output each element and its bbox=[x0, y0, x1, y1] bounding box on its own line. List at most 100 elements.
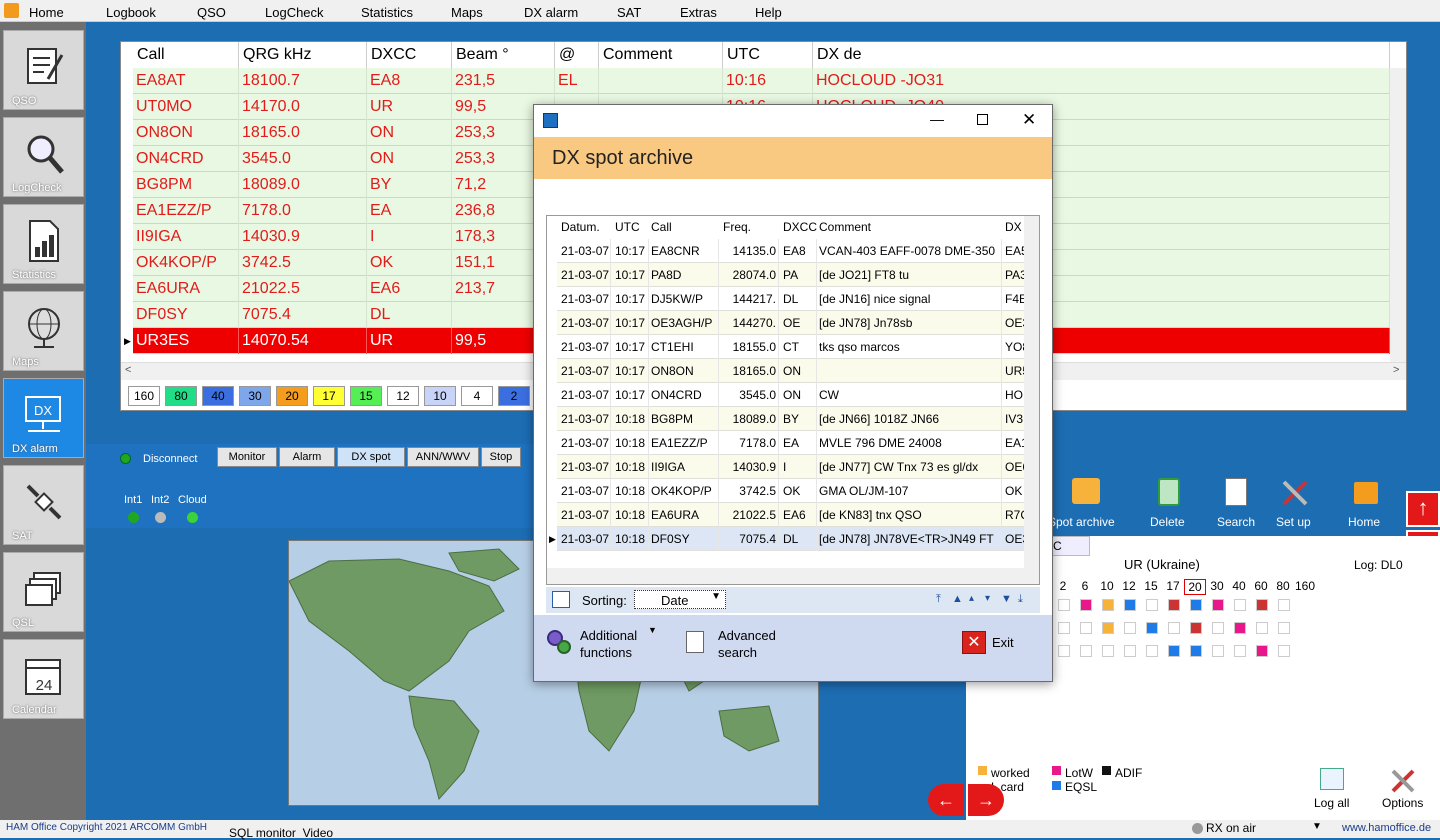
column-header-call[interactable]: Call bbox=[133, 42, 239, 68]
scroll-right-button[interactable]: → bbox=[968, 784, 1004, 816]
menu-dx-alarm[interactable]: DX alarm bbox=[524, 5, 578, 20]
home-app-icon[interactable] bbox=[4, 3, 19, 18]
sidebar-item-maps[interactable]: Maps bbox=[3, 291, 84, 371]
band-filter-160[interactable]: 160 bbox=[128, 386, 160, 406]
sidebar-item-statistics[interactable]: Statistics bbox=[3, 204, 84, 284]
column-header-dx-de[interactable]: DX de bbox=[813, 42, 1390, 68]
scroll-left-button[interactable]: ← bbox=[928, 784, 964, 816]
tab-dx-spot[interactable]: DX spot bbox=[337, 447, 405, 467]
grid-vertical-scrollbar[interactable] bbox=[1390, 68, 1406, 362]
scroll-left-icon[interactable]: < bbox=[125, 364, 131, 376]
minimize-icon[interactable]: — bbox=[930, 111, 944, 127]
column-header-comment[interactable]: Comment bbox=[599, 42, 723, 68]
band-status-cell bbox=[1080, 645, 1092, 657]
advanced-search-button[interactable]: Advanced search bbox=[686, 625, 786, 665]
archive-row[interactable]: 21-03-07 10:17 CT1EHI 18155.0 CT tks qso marc… bbox=[557, 335, 1027, 359]
column-header-at[interactable]: @ bbox=[555, 42, 599, 68]
archive-row[interactable]: 21-03-07 10:18 DF0SY 7075.4 DL [de JN78] JN78… bbox=[557, 527, 1027, 551]
menu-qso[interactable]: QSO bbox=[197, 5, 226, 20]
sidebar-item-sat[interactable]: SAT bbox=[3, 465, 84, 545]
nav-up-icon[interactable]: ▴ bbox=[969, 593, 974, 604]
tab-alarm[interactable]: Alarm bbox=[279, 447, 335, 467]
archive-row[interactable]: 21-03-07 10:18 II9IGA 14030.9 I [de JN77] CW … bbox=[557, 455, 1027, 479]
column-header-dxcc[interactable]: DXCC bbox=[367, 42, 452, 68]
nav-down-icon[interactable]: ▾ bbox=[985, 593, 990, 604]
band-filter-17[interactable]: 17 bbox=[313, 386, 345, 406]
column-header-utc[interactable]: UTC bbox=[723, 42, 813, 68]
log-all-button[interactable]: Log all bbox=[1312, 768, 1356, 814]
sidebar-item-qsl[interactable]: QSL bbox=[3, 552, 84, 632]
spot-row[interactable]: EA8AT 18100.7 EA8 231,5 EL 10:16 HOCLOUD -JO31 bbox=[133, 68, 1390, 94]
sidebar-item-dx-alarm[interactable]: DX DX alarm bbox=[3, 378, 84, 458]
band-filter-4[interactable]: 4 bbox=[461, 386, 493, 406]
sidebar-item-calendar[interactable]: 24 Calendar bbox=[3, 639, 84, 719]
exit-button[interactable]: ✕ Exit bbox=[962, 629, 1022, 657]
archive-row[interactable]: 21-03-07 10:18 EA6URA 21022.5 EA6 [de KN83] t… bbox=[557, 503, 1027, 527]
menu-help[interactable]: Help bbox=[755, 5, 782, 20]
website-link[interactable]: www.hamoffice.de bbox=[1342, 822, 1431, 834]
archive-row[interactable]: 21-03-07 10:17 PA8D 28074.0 PA [de JO21] FT8 … bbox=[557, 263, 1027, 287]
menu-extras[interactable]: Extras bbox=[680, 5, 717, 20]
menu-sat[interactable]: SAT bbox=[617, 5, 641, 20]
nav-page-down-icon[interactable]: ▼ bbox=[1001, 593, 1012, 605]
tab-monitor[interactable]: Monitor bbox=[217, 447, 277, 467]
band-filter-12[interactable]: 12 bbox=[387, 386, 419, 406]
band-filter-2[interactable]: 2 bbox=[498, 386, 530, 406]
band-filter-40[interactable]: 40 bbox=[202, 386, 234, 406]
column-header-date[interactable]: Datum. bbox=[559, 216, 611, 238]
stop-button[interactable]: Stop bbox=[481, 447, 521, 467]
column-header-qrg[interactable]: QRG kHz bbox=[239, 42, 367, 68]
column-header-comment[interactable]: Comment bbox=[817, 216, 1002, 238]
nav-first-icon[interactable]: ⤒ bbox=[936, 593, 941, 606]
column-header-beam[interactable]: Beam ° bbox=[452, 42, 555, 68]
band-column-60: 60 bbox=[1254, 579, 1268, 593]
home-button[interactable]: Home bbox=[1346, 478, 1390, 530]
dxcc-tab[interactable]: C bbox=[1050, 536, 1090, 556]
delete-button[interactable]: Delete bbox=[1148, 478, 1192, 530]
column-header-utc[interactable]: UTC bbox=[613, 216, 649, 238]
tab-ann-wwv[interactable]: ANN/WWV bbox=[407, 447, 479, 467]
sorting-select[interactable]: Date ▼ bbox=[634, 590, 726, 609]
archive-row[interactable]: 21-03-07 10:18 OK4KOP/P 3742.5 OK GMA OL/JM-1… bbox=[557, 479, 1027, 503]
band-filter-30[interactable]: 30 bbox=[239, 386, 271, 406]
menu-logcheck[interactable]: LogCheck bbox=[265, 5, 324, 20]
options-button[interactable]: Options bbox=[1380, 768, 1430, 814]
archive-row[interactable]: 21-03-07 10:18 EA1EZZ/P 7178.0 EA MVLE 796 DM… bbox=[557, 431, 1027, 455]
nav-page-up-icon[interactable]: ▲ bbox=[952, 593, 963, 605]
menu-maps[interactable]: Maps bbox=[451, 5, 483, 20]
list-horizontal-scrollbar[interactable] bbox=[547, 568, 1039, 584]
menu-statistics[interactable]: Statistics bbox=[361, 5, 413, 20]
list-vertical-scrollbar[interactable] bbox=[1024, 216, 1039, 568]
close-icon[interactable]: ✕ bbox=[1022, 110, 1036, 130]
int1-label: Int1 bbox=[124, 494, 143, 506]
archive-row[interactable]: 21-03-07 10:17 ON4CRD 3545.0 ON CW HO bbox=[557, 383, 1027, 407]
nav-last-icon[interactable]: ⤓ bbox=[1018, 593, 1023, 606]
additional-functions-button[interactable]: Additional functions ▼ bbox=[546, 625, 666, 665]
archive-row[interactable]: 21-03-07 10:17 ON8ON 18165.0 ON UR5 bbox=[557, 359, 1027, 383]
arrow-up-button[interactable]: ↑ bbox=[1406, 491, 1440, 527]
column-header-call[interactable]: Call bbox=[649, 216, 719, 238]
sidebar-item-logcheck[interactable]: LogCheck bbox=[3, 117, 84, 197]
export-icon[interactable] bbox=[552, 591, 570, 608]
band-filter-15[interactable]: 15 bbox=[350, 386, 382, 406]
archive-row[interactable]: 21-03-07 10:17 OE3AGH/P 144270. OE [de JN78] … bbox=[557, 311, 1027, 335]
setup-button[interactable]: Set up bbox=[1274, 478, 1318, 530]
disconnect-button[interactable]: Disconnect bbox=[143, 453, 197, 465]
band-filter-80[interactable]: 80 bbox=[165, 386, 197, 406]
menu-logbook[interactable]: Logbook bbox=[106, 5, 156, 20]
column-header-dxcc[interactable]: DXCC bbox=[781, 216, 817, 238]
scroll-right-icon[interactable]: > bbox=[1393, 364, 1399, 376]
archive-row[interactable]: 21-03-07 10:18 BG8PM 18089.0 BY [de JN66] 101… bbox=[557, 407, 1027, 431]
spot-archive-button[interactable]: Spot archive bbox=[1048, 478, 1128, 530]
sidebar-item-qso[interactable]: QSO bbox=[3, 30, 84, 110]
archive-row[interactable]: 21-03-07 10:17 DJ5KW/P 144217. DL [de JN16] n… bbox=[557, 287, 1027, 311]
column-header-freq[interactable]: Freq. bbox=[721, 216, 779, 238]
rx-dropdown-icon[interactable]: ▼ bbox=[1312, 821, 1322, 832]
maximize-icon[interactable] bbox=[977, 114, 988, 125]
menu-home[interactable]: Home bbox=[29, 5, 64, 20]
band-filter-10[interactable]: 10 bbox=[424, 386, 456, 406]
band-status-cell bbox=[1146, 622, 1158, 634]
archive-row[interactable]: 21-03-07 10:17 EA8CNR 14135.0 EA8 VCAN-403 EA… bbox=[557, 239, 1027, 263]
search-button[interactable]: Search bbox=[1215, 478, 1259, 530]
band-filter-20[interactable]: 20 bbox=[276, 386, 308, 406]
